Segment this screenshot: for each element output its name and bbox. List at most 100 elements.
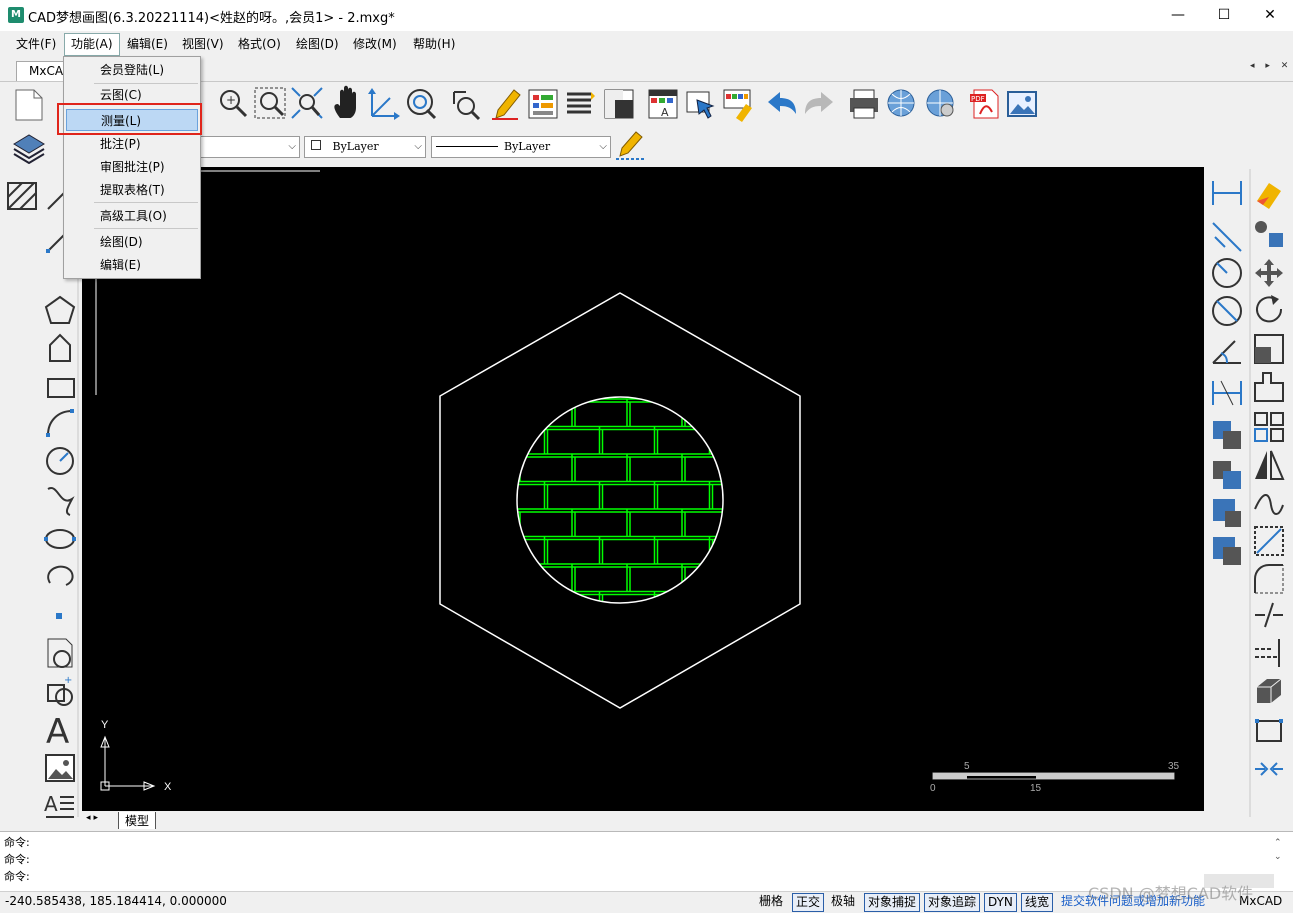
pen-icon[interactable]: [492, 89, 521, 120]
extend-icon[interactable]: [1255, 639, 1280, 667]
dim-linear-icon[interactable]: [1212, 181, 1242, 205]
menu-item-edit[interactable]: 编辑(E): [66, 254, 198, 276]
make-block-icon[interactable]: +: [47, 675, 73, 706]
menu-bar: 文件(F) 功能(A) 编辑(E) 视图(V) 格式(O) 绘图(D) 修改(M…: [0, 31, 1293, 57]
toggle-otrack[interactable]: 对象追踪: [924, 893, 981, 912]
close-button[interactable]: ✕: [1247, 0, 1293, 31]
copy-icon[interactable]: [1213, 421, 1241, 449]
polygon-icon[interactable]: [44, 295, 76, 324]
web-icon[interactable]: [887, 89, 915, 117]
offset-icon[interactable]: [1213, 499, 1241, 527]
shape-icon[interactable]: [49, 333, 71, 362]
ellipse-arc-icon[interactable]: [47, 565, 74, 586]
dim-radius-icon[interactable]: [1212, 258, 1242, 288]
spline-icon[interactable]: [47, 487, 75, 516]
break-icon[interactable]: [1255, 602, 1283, 628]
pdf-icon[interactable]: PDF: [970, 89, 999, 119]
match-properties-icon[interactable]: [614, 130, 648, 162]
point-icon[interactable]: [56, 613, 62, 619]
menu-help[interactable]: 帮助(H): [407, 35, 461, 54]
menu-item-annotate[interactable]: 批注(P): [66, 133, 198, 155]
menu-edit[interactable]: 编辑(E): [121, 35, 174, 54]
explode-icon[interactable]: [1255, 719, 1283, 742]
zoom-previous-icon[interactable]: [407, 89, 437, 120]
list-icon[interactable]: [567, 92, 595, 114]
command-scroll[interactable]: ⌃ ⌄: [1274, 836, 1282, 864]
stretch-icon[interactable]: [1254, 372, 1284, 402]
layout-nav-arrows[interactable]: ◂▸: [86, 813, 101, 823]
zoom-realtime-icon[interactable]: [254, 87, 286, 119]
toggle-lineweight[interactable]: 线宽: [1021, 893, 1054, 912]
linetype-combo[interactable]: ByLayer ⌵: [431, 136, 611, 158]
image-insert-icon[interactable]: [45, 754, 75, 782]
color-palette-icon[interactable]: [723, 89, 752, 122]
mirror-icon[interactable]: [1255, 450, 1285, 480]
color-combo[interactable]: ByLayer ⌵: [304, 136, 426, 158]
arc-icon[interactable]: [46, 409, 74, 437]
dim-continue-icon[interactable]: [1212, 380, 1242, 406]
undo-icon[interactable]: [768, 92, 796, 114]
print-icon[interactable]: [850, 89, 878, 119]
command-prompt[interactable]: 命令:: [4, 868, 30, 885]
minimize-button[interactable]: —: [1155, 0, 1201, 31]
ellipse-icon[interactable]: [44, 529, 76, 549]
erase-icon[interactable]: [1257, 183, 1281, 209]
redo-icon[interactable]: [805, 92, 833, 114]
dim-aligned-icon[interactable]: [1212, 222, 1242, 252]
dim-diameter-icon[interactable]: [1212, 296, 1242, 326]
select-icon[interactable]: [686, 91, 715, 119]
ucs-icon[interactable]: [368, 88, 400, 120]
drawing-canvas[interactable]: Y X 5 35 0 15: [82, 167, 1204, 811]
text-style-icon[interactable]: A: [648, 89, 678, 119]
pan-icon[interactable]: [334, 85, 356, 118]
menu-view[interactable]: 视图(V): [176, 35, 230, 54]
dim-angular-icon[interactable]: [1212, 340, 1241, 364]
menu-function[interactable]: 功能(A): [64, 33, 120, 56]
image-icon[interactable]: [1007, 91, 1037, 117]
menu-modify[interactable]: 修改(M): [347, 35, 403, 54]
maximize-button[interactable]: ☐: [1201, 0, 1247, 31]
3d-box-icon[interactable]: [1257, 678, 1282, 703]
hatch-icon[interactable]: [7, 182, 37, 210]
trim-icon[interactable]: [1254, 412, 1284, 442]
mtext-icon[interactable]: A: [44, 792, 74, 818]
curve-icon[interactable]: [1254, 494, 1284, 515]
text-icon[interactable]: A: [46, 712, 69, 752]
layer-combo[interactable]: ⌵: [196, 136, 300, 158]
menu-item-review-annotate[interactable]: 审图批注(P): [66, 156, 198, 178]
array-icon[interactable]: [1213, 537, 1241, 565]
menu-item-extract-table[interactable]: 提取表格(T): [66, 179, 198, 201]
web-settings-icon[interactable]: [926, 89, 954, 117]
layer-manager-icon[interactable]: [528, 89, 558, 119]
chamfer-icon[interactable]: [1254, 526, 1284, 556]
new-icon[interactable]: [15, 89, 43, 121]
toggle-dyn[interactable]: DYN: [984, 893, 1017, 912]
menu-item-member-login[interactable]: 会员登陆(L): [66, 59, 198, 81]
toggle-polar[interactable]: 极轴: [828, 893, 858, 910]
mirror-copy-icon[interactable]: [1213, 461, 1241, 489]
properties-match-icon[interactable]: [1255, 221, 1283, 247]
model-tab[interactable]: 模型: [118, 812, 157, 829]
layer-stack-icon[interactable]: [10, 130, 50, 164]
block-insert-icon[interactable]: [47, 638, 73, 668]
menu-item-draw[interactable]: 绘图(D): [66, 231, 198, 253]
tab-nav-buttons[interactable]: ◂ ▸ ✕: [1250, 61, 1292, 71]
zoom-extents-icon[interactable]: [291, 87, 323, 119]
fillet-icon[interactable]: [1254, 564, 1284, 594]
properties-icon[interactable]: [604, 89, 634, 119]
toggle-ortho[interactable]: 正交: [792, 893, 825, 912]
measure-icon[interactable]: [453, 91, 481, 121]
circle-icon[interactable]: [46, 447, 74, 475]
zoom-window-icon[interactable]: +: [220, 90, 248, 118]
menu-format[interactable]: 格式(O): [232, 35, 287, 54]
menu-file[interactable]: 文件(F): [10, 35, 62, 54]
join-icon[interactable]: [1255, 762, 1283, 776]
move-icon[interactable]: [1255, 259, 1283, 287]
toggle-osnap[interactable]: 对象捕捉: [864, 893, 921, 912]
rectangle-icon[interactable]: [47, 378, 75, 398]
rotate-icon[interactable]: [1256, 295, 1283, 323]
toggle-grid[interactable]: 栅格: [756, 893, 786, 910]
menu-draw[interactable]: 绘图(D): [290, 35, 345, 54]
menu-item-advanced-tools[interactable]: 高级工具(O): [66, 205, 198, 227]
scale-icon[interactable]: [1254, 334, 1284, 364]
